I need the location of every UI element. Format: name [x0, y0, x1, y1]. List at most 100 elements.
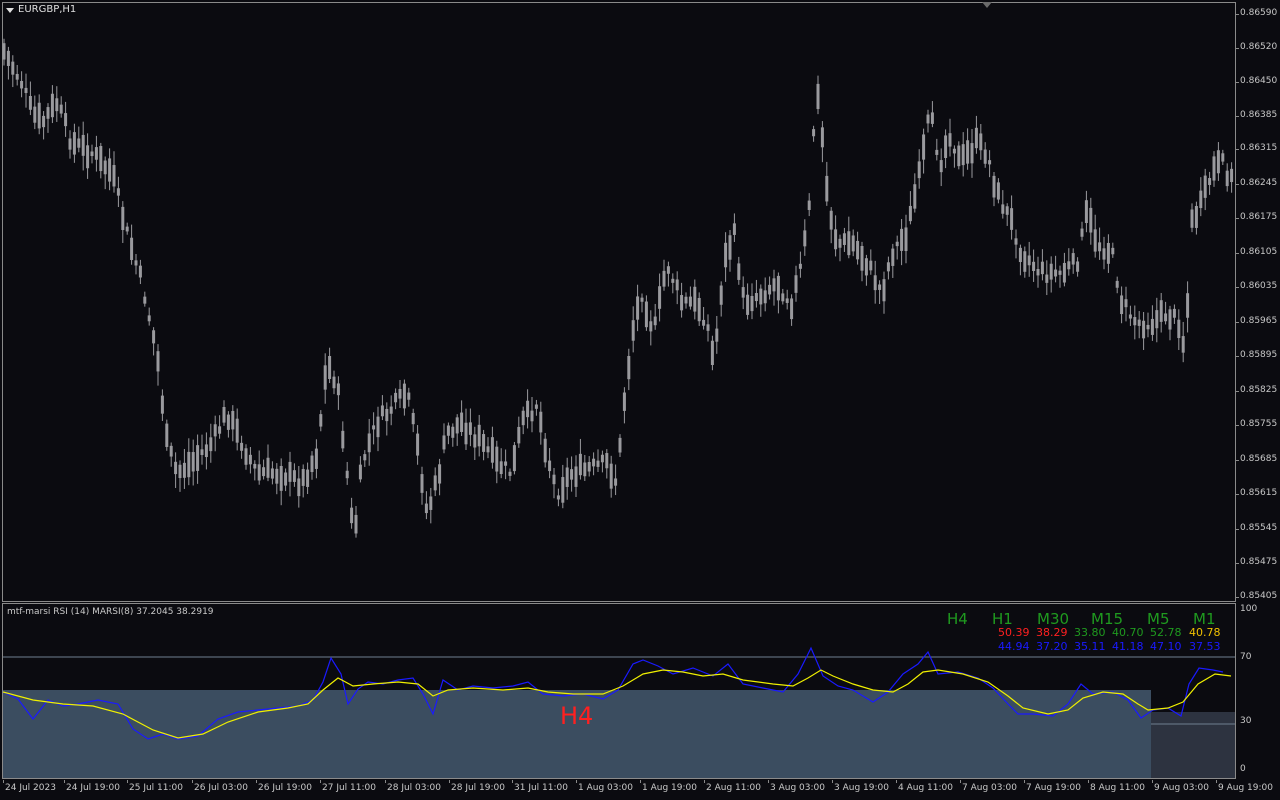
candle-body [411, 412, 415, 425]
candle-body [561, 477, 565, 503]
time-tick [960, 780, 961, 783]
candle-body [213, 424, 217, 437]
rsi-tick-label: 70 [1240, 652, 1252, 662]
time-axis[interactable]: 24 Jul 2023 24 Jul 19:00 25 Jul 11:00 26 Ju… [0, 780, 1273, 800]
candle-body [204, 444, 208, 458]
candle-body [1080, 228, 1084, 237]
price-tick-label: 0.86245 [1240, 178, 1278, 188]
candle-body [596, 460, 600, 467]
candle-body [460, 412, 464, 432]
timeframe-value-ma: 33.80 [1074, 626, 1106, 639]
rsi-tick-label: 0 [1240, 764, 1246, 774]
candle-body [900, 228, 904, 251]
price-tick-label: 0.86520 [1240, 42, 1278, 52]
candle-body [825, 175, 829, 202]
candle-body [886, 262, 890, 272]
candle-body [878, 284, 882, 290]
time-tick-label: 28 Jul 03:00 [387, 783, 441, 793]
candle-body [970, 143, 974, 164]
candle-body [675, 279, 679, 291]
candle-body [244, 448, 248, 465]
candle-body [134, 260, 138, 266]
candle-body [530, 410, 534, 422]
candle-body [548, 460, 552, 472]
candle-body [319, 414, 323, 427]
candle-body [380, 405, 384, 417]
candle-body [209, 437, 213, 452]
candle-body [913, 184, 917, 209]
candle-body [1093, 229, 1097, 252]
candle-body [6, 50, 10, 66]
candle-body [574, 466, 578, 487]
candle-body [798, 263, 802, 269]
chart-shift-marker-icon[interactable] [982, 2, 992, 8]
candle-body [28, 96, 32, 110]
candle-body [108, 158, 112, 182]
candle-body [1230, 168, 1234, 183]
symbol-menu-icon[interactable] [6, 8, 14, 13]
candle-body [834, 229, 838, 250]
candle-body [394, 392, 398, 403]
candle-body [996, 182, 1000, 200]
candle-body [609, 463, 613, 489]
candle-body [974, 127, 978, 149]
candle-body [543, 438, 547, 463]
candle-body [1142, 320, 1146, 339]
candle-body [191, 452, 195, 472]
candle-body [882, 279, 886, 302]
symbol-label: EURGBP,H1 [18, 4, 77, 15]
candle-body [196, 445, 200, 471]
time-tick-label: 7 Aug 03:00 [962, 783, 1017, 793]
candle-body [812, 129, 816, 137]
time-tick-label: 27 Jul 11:00 [322, 783, 376, 793]
candle-body [174, 461, 178, 475]
candle-body [495, 446, 499, 472]
candle-body [728, 235, 732, 260]
candle-body [847, 231, 851, 256]
price-tick-label: 0.86450 [1240, 76, 1278, 86]
time-tick [3, 780, 4, 783]
time-tick-label: 2 Aug 11:00 [706, 783, 761, 793]
candle-body [138, 265, 142, 278]
timeframe-value-ma: 52.78 [1150, 626, 1182, 639]
candle-body [644, 301, 648, 328]
candle-body [772, 278, 776, 292]
candle-body [785, 298, 789, 303]
time-tick [640, 780, 641, 783]
candle-body [873, 275, 877, 291]
candle-body [94, 147, 98, 160]
candle-body [1155, 310, 1159, 329]
candle-body [1203, 175, 1207, 198]
time-tick [1216, 780, 1217, 783]
candle-body [732, 223, 736, 235]
candle-body [37, 102, 41, 129]
candle-body [1001, 204, 1005, 214]
candle-body [182, 462, 186, 478]
time-tick-label: 1 Aug 03:00 [578, 783, 633, 793]
candle-body [666, 266, 670, 274]
candle-body [737, 263, 741, 280]
time-tick-label: 28 Jul 19:00 [451, 783, 505, 793]
price-axis[interactable]: 0.86590 0.86520 0.86450 0.86385 0.86315 0.862… [1236, 0, 1280, 601]
candle-body [86, 145, 90, 169]
candle-body [715, 328, 719, 342]
time-tick [192, 780, 193, 783]
candle-body [1084, 200, 1088, 224]
candle-body [235, 418, 239, 443]
candle-body [922, 134, 926, 160]
time-tick [127, 780, 128, 783]
candle-body [389, 406, 393, 414]
candle-body [869, 260, 873, 271]
candle-body [1146, 324, 1150, 330]
candle-body [200, 449, 204, 455]
candle-body [680, 295, 684, 311]
candle-body [81, 134, 85, 156]
candle-body [521, 410, 525, 426]
price-tick-label: 0.85405 [1240, 591, 1278, 601]
candle-body [917, 161, 921, 179]
candle-body [1098, 242, 1102, 252]
candle-body [310, 455, 314, 473]
price-tick-label: 0.86385 [1240, 110, 1278, 120]
candle-body [1058, 270, 1062, 275]
candle-body [556, 495, 560, 500]
